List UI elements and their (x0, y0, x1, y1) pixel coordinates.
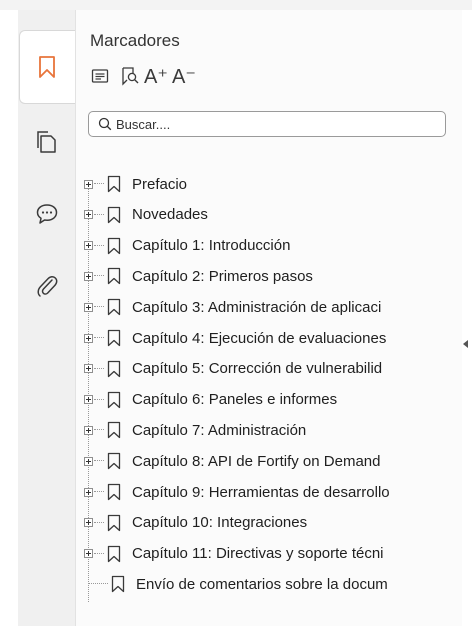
pages-tab-icon[interactable] (30, 125, 64, 159)
bookmark-icon (107, 514, 121, 532)
increase-font-icon[interactable]: A⁺ (143, 63, 169, 89)
bookmark-item[interactable]: Prefacio (84, 170, 462, 198)
expand-toggle[interactable] (84, 271, 93, 281)
attachments-tab-icon[interactable] (30, 270, 64, 304)
search-input[interactable] (116, 116, 416, 132)
collapse-panel-arrow-icon[interactable] (463, 340, 468, 348)
tree-connector (94, 367, 104, 370)
panel-title: Marcadores (90, 31, 180, 50)
window-top-strip (0, 0, 472, 10)
tree-connector (94, 306, 104, 308)
bookmark-label: Capítulo 7: Administración (132, 421, 307, 439)
bookmark-icon (107, 329, 121, 347)
decrease-font-icon[interactable]: A⁻ (171, 63, 197, 89)
bookmark-label: Capítulo 10: Integraciones (132, 514, 308, 532)
expand-toggle[interactable] (84, 241, 93, 251)
expand-toggle[interactable] (84, 487, 93, 497)
bookmark-icon (107, 206, 121, 224)
expand-toggle[interactable] (84, 302, 93, 312)
bookmark-item[interactable]: Capítulo 5: Corrección de vulnerabilid (84, 355, 462, 383)
bookmark-icon (107, 237, 121, 255)
bookmark-item[interactable]: Capítulo 8: API de Fortify on Demand (84, 447, 462, 475)
tree-connector (94, 521, 104, 524)
bookmark-icon (107, 298, 121, 316)
bookmark-item[interactable]: Capítulo 7: Administración (84, 416, 462, 444)
bookmark-item[interactable]: Capítulo 1: Introducción (84, 232, 462, 260)
expand-toggle[interactable] (84, 210, 93, 220)
bookmark-label: Capítulo 1: Introducción (132, 237, 291, 255)
tree-connector (94, 244, 104, 247)
bookmark-icon (111, 575, 125, 593)
comments-tab-icon[interactable] (30, 197, 64, 231)
tree-connector (94, 213, 104, 216)
expand-toggle[interactable] (84, 364, 93, 374)
expand-toggle[interactable] (84, 333, 93, 343)
bookmark-icon (107, 483, 121, 501)
bookmark-item[interactable]: Capítulo 11: Directivas y soporte técni (84, 540, 462, 568)
bookmark-label: Capítulo 6: Paneles e informes (132, 391, 338, 409)
expand-toggle[interactable] (84, 549, 93, 559)
bookmark-item[interactable]: Capítulo 3: Administración de aplicaci (84, 293, 462, 321)
bookmarks-tab-icon[interactable] (30, 50, 64, 84)
tree-connector (94, 337, 104, 339)
bookmark-label: Capítulo 3: Administración de aplicaci (132, 298, 382, 316)
expand-toggle[interactable] (84, 518, 93, 528)
expand-toggle[interactable] (84, 179, 93, 189)
bookmark-item[interactable]: Capítulo 4: Ejecución de evaluaciones (84, 324, 462, 352)
tree-connector (94, 275, 104, 277)
tree-connector (94, 183, 104, 185)
bookmark-label: Capítulo 9: Herramientas de desarrollo (132, 483, 390, 501)
bookmark-label: Envío de comentarios sobre la docum (136, 575, 388, 593)
bookmark-icon (107, 175, 121, 193)
bookmark-icon (107, 360, 121, 378)
tree-connector (94, 491, 104, 493)
bookmark-label: Capítulo 5: Corrección de vulnerabilid (132, 360, 383, 378)
bookmark-item[interactable]: Envío de comentarios sobre la docum (84, 570, 462, 598)
tree-connector (94, 429, 104, 431)
bookmark-tree: Prefacio Novedades Capítulo 1: Introducc… (84, 170, 462, 626)
bookmark-item[interactable]: Novedades (84, 201, 462, 229)
tree-connector (94, 552, 104, 555)
search-box[interactable] (88, 111, 446, 137)
bookmark-icon (107, 545, 121, 563)
tree-connector (94, 398, 104, 401)
decrease-font-glyph: A⁻ (172, 65, 196, 88)
left-margin (0, 10, 18, 626)
bookmark-item[interactable]: Capítulo 9: Herramientas de desarrollo (84, 478, 462, 506)
bookmark-label: Capítulo 8: API de Fortify on Demand (132, 452, 381, 470)
bookmark-item[interactable]: Capítulo 6: Paneles e informes (84, 386, 462, 414)
tree-connector (94, 460, 104, 462)
bookmark-label: Capítulo 2: Primeros pasos (132, 267, 313, 285)
bookmark-label: Prefacio (132, 175, 188, 193)
expand-toggle[interactable] (84, 456, 93, 466)
bookmark-item[interactable]: Capítulo 2: Primeros pasos (84, 262, 462, 290)
list-view-icon[interactable] (87, 63, 113, 89)
expand-toggle[interactable] (84, 395, 93, 405)
bookmark-label: Capítulo 4: Ejecución de evaluaciones (132, 329, 387, 347)
bookmark-icon (107, 391, 121, 409)
bookmark-label: Capítulo 11: Directivas y soporte técni (132, 545, 384, 563)
increase-font-glyph: A⁺ (144, 65, 168, 88)
bookmark-item[interactable]: Capítulo 10: Integraciones (84, 509, 462, 537)
panel-right-edge (462, 10, 472, 626)
bookmark-label: Novedades (132, 206, 208, 224)
expand-toggle[interactable] (84, 425, 93, 435)
search-icon (98, 117, 112, 131)
tree-connector (88, 583, 108, 585)
bookmark-icon (107, 421, 121, 439)
find-bookmark-icon[interactable] (117, 63, 143, 89)
bookmark-icon (107, 452, 121, 470)
bookmark-icon (107, 267, 121, 285)
